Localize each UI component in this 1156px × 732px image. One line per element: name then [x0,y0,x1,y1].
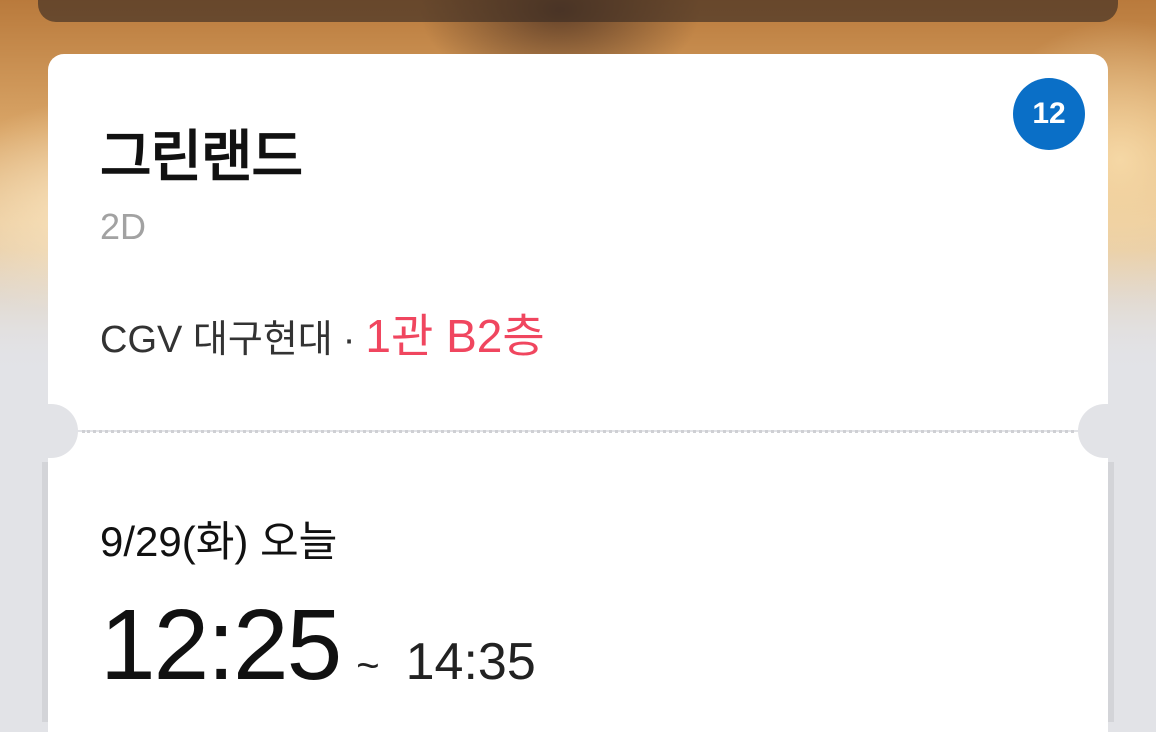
start-time: 12:25 [100,589,342,701]
movie-title: 그린랜드 [100,125,303,188]
hall-info: 1관 B2층 [365,310,545,362]
time-range-tilde: ~ [356,644,380,688]
theater-location: CGV 대구현대 · 1관 B2층 [100,300,545,366]
ticket-edge-shadow-right [1108,462,1114,722]
theater-name: CGV 대구현대 [100,319,333,361]
top-bar [38,0,1118,22]
end-time: 14:35 [405,633,536,691]
ticket-notch-left [22,404,78,458]
show-date: 9/29(화) 오늘 [100,518,338,565]
show-time-range: 12:25 ~ 14:35 [100,588,536,703]
ticket-notch-right [1078,404,1134,458]
ticket-tear-line [82,430,1074,433]
movie-format: 2D [100,206,147,247]
age-rating-badge: 12 [1013,78,1085,150]
location-separator: · [342,319,356,361]
ticket-top-section [48,54,1108,430]
